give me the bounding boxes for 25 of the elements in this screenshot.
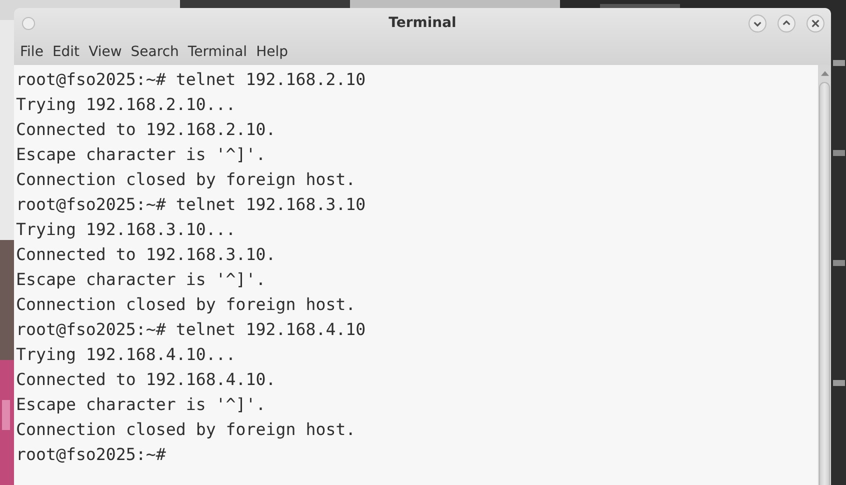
terminal-line: Trying 192.168.2.10... <box>16 95 236 114</box>
menu-item[interactable]: File <box>16 44 48 60</box>
terminal-line: Connected to 192.168.2.10. <box>16 120 276 139</box>
scrollbar-thumb[interactable] <box>819 82 830 485</box>
terminal-line: Escape character is '^]'. <box>16 145 266 164</box>
menu-item[interactable]: Search <box>126 44 183 60</box>
terminal-line: Connection closed by foreign host. <box>16 170 356 189</box>
terminal-line: root@fso2025:~# telnet 192.168.2.10 <box>16 70 366 89</box>
terminal-line: root@fso2025:~# telnet 192.168.3.10 <box>16 195 366 214</box>
terminal-line: root@fso2025:~# <box>16 445 166 464</box>
terminal-line: Connection closed by foreign host. <box>16 295 356 314</box>
terminal-line: Connected to 192.168.4.10. <box>16 370 276 389</box>
terminal-line: Escape character is '^]'. <box>16 270 266 289</box>
terminal-line: Trying 192.168.4.10... <box>16 345 236 364</box>
menu-item[interactable]: Terminal <box>184 44 252 60</box>
terminal-line: root@fso2025:~# telnet 192.168.4.10 <box>16 320 366 339</box>
terminal-line: Trying 192.168.3.10... <box>16 220 236 239</box>
terminal-line: Connected to 192.168.3.10. <box>16 245 276 264</box>
terminal-line: Connection closed by foreign host. <box>16 420 356 439</box>
menu-item[interactable]: Edit <box>48 44 84 60</box>
terminal-area[interactable] <box>14 65 818 485</box>
terminal-line: Escape character is '^]'. <box>16 395 266 414</box>
menu-item[interactable]: Help <box>252 44 292 60</box>
scrollbar[interactable] <box>818 65 831 485</box>
menu-item[interactable]: View <box>84 44 126 60</box>
